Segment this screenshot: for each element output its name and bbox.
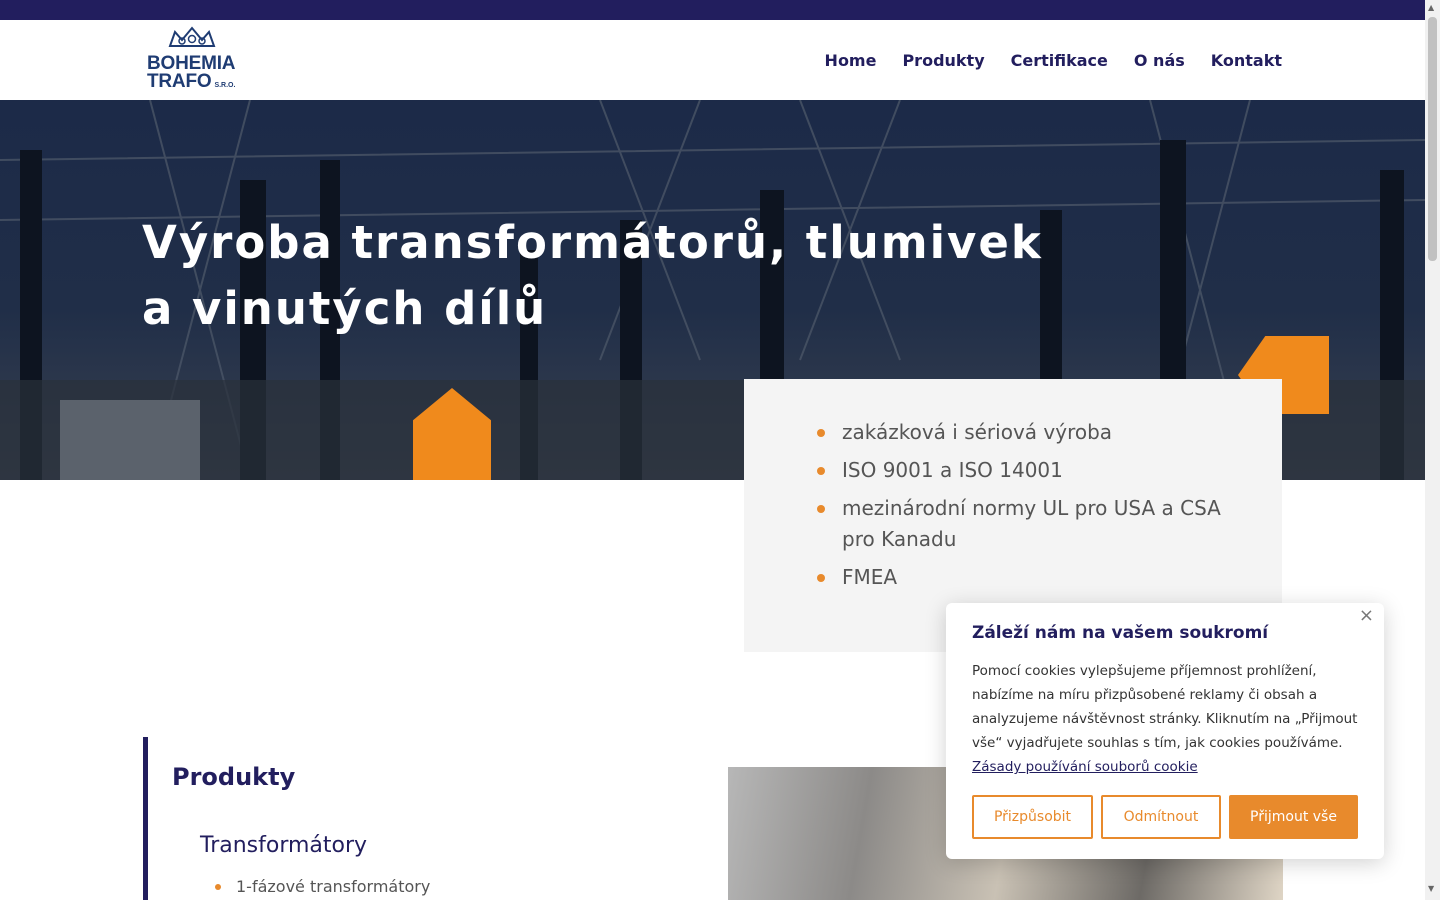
nav-o-nas[interactable]: O nás	[1134, 51, 1185, 70]
page: BOHEMIA TRAFO S.R.O. Home Produkty Certif…	[0, 0, 1425, 900]
accept-all-button[interactable]: Přijmout vše	[1229, 795, 1358, 839]
scroll-down-arrow-icon[interactable]: ▼	[1428, 884, 1434, 893]
site-logo[interactable]: BOHEMIA TRAFO S.R.O.	[147, 24, 247, 94]
cookie-buttons: Přizpůsobit Odmítnout Přijmout vše	[972, 795, 1358, 839]
crown-logo-icon	[168, 26, 216, 47]
products-section: Produkty Transformátory 1-fázové transfo…	[143, 737, 688, 900]
main-nav: Home Produkty Certifikace O nás Kontakt	[799, 20, 1282, 100]
feature-item: mezinárodní normy UL pro USA a CSA pro K…	[817, 493, 1242, 555]
top-accent-bar	[0, 0, 1425, 20]
reject-button[interactable]: Odmítnout	[1101, 795, 1221, 839]
product-link-1-phase-transformers[interactable]: 1-fázové transformátory	[214, 877, 430, 896]
products-heading: Produkty	[172, 763, 296, 791]
cookie-text: Pomocí cookies vylepšujeme příjemnost pr…	[972, 663, 1358, 751]
cookie-policy-link[interactable]: Zásady používání souborů cookie	[972, 759, 1198, 775]
logo-text-trafo: TRAFO	[147, 71, 212, 92]
cookie-consent-dialog: × Záleží nám na vašem soukromí Pomocí co…	[946, 603, 1384, 859]
nav-certifikace[interactable]: Certifikace	[1011, 51, 1108, 70]
products-list: 1-fázové transformátory	[214, 877, 430, 896]
site-header: BOHEMIA TRAFO S.R.O. Home Produkty Certif…	[0, 20, 1425, 100]
feature-item: FMEA	[817, 562, 1242, 593]
page-scrollbar[interactable]: ▲ ▼	[1425, 0, 1440, 900]
hero-title-line2: a vinutých dílů	[142, 282, 548, 335]
cookie-description: Pomocí cookies vylepšujeme příjemnost pr…	[972, 659, 1362, 779]
scrollbar-thumb[interactable]	[1428, 17, 1437, 261]
transformers-heading: Transformátory	[200, 833, 368, 858]
hero-title-line1: Výroba transformátorů, tlumivek	[142, 216, 1043, 269]
close-icon[interactable]: ×	[1359, 605, 1374, 626]
logo-text-line2: TRAFO S.R.O.	[147, 72, 235, 95]
logo-suffix: S.R.O.	[214, 82, 236, 89]
cookie-title: Záleží nám na vašem soukromí	[972, 623, 1269, 643]
customize-button[interactable]: Přizpůsobit	[972, 795, 1093, 839]
scroll-up-arrow-icon[interactable]: ▲	[1428, 3, 1434, 12]
nav-home[interactable]: Home	[825, 51, 877, 70]
feature-item: zakázková i sériová výroba	[817, 417, 1242, 448]
hero-title: Výroba transformátorů, tlumivek a vinutýc…	[142, 210, 1043, 342]
nav-kontakt[interactable]: Kontakt	[1211, 51, 1282, 70]
feature-item: ISO 9001 a ISO 14001	[817, 455, 1242, 486]
features-list: zakázková i sériová výroba ISO 9001 a IS…	[744, 379, 1282, 593]
nav-produkty[interactable]: Produkty	[902, 51, 984, 70]
